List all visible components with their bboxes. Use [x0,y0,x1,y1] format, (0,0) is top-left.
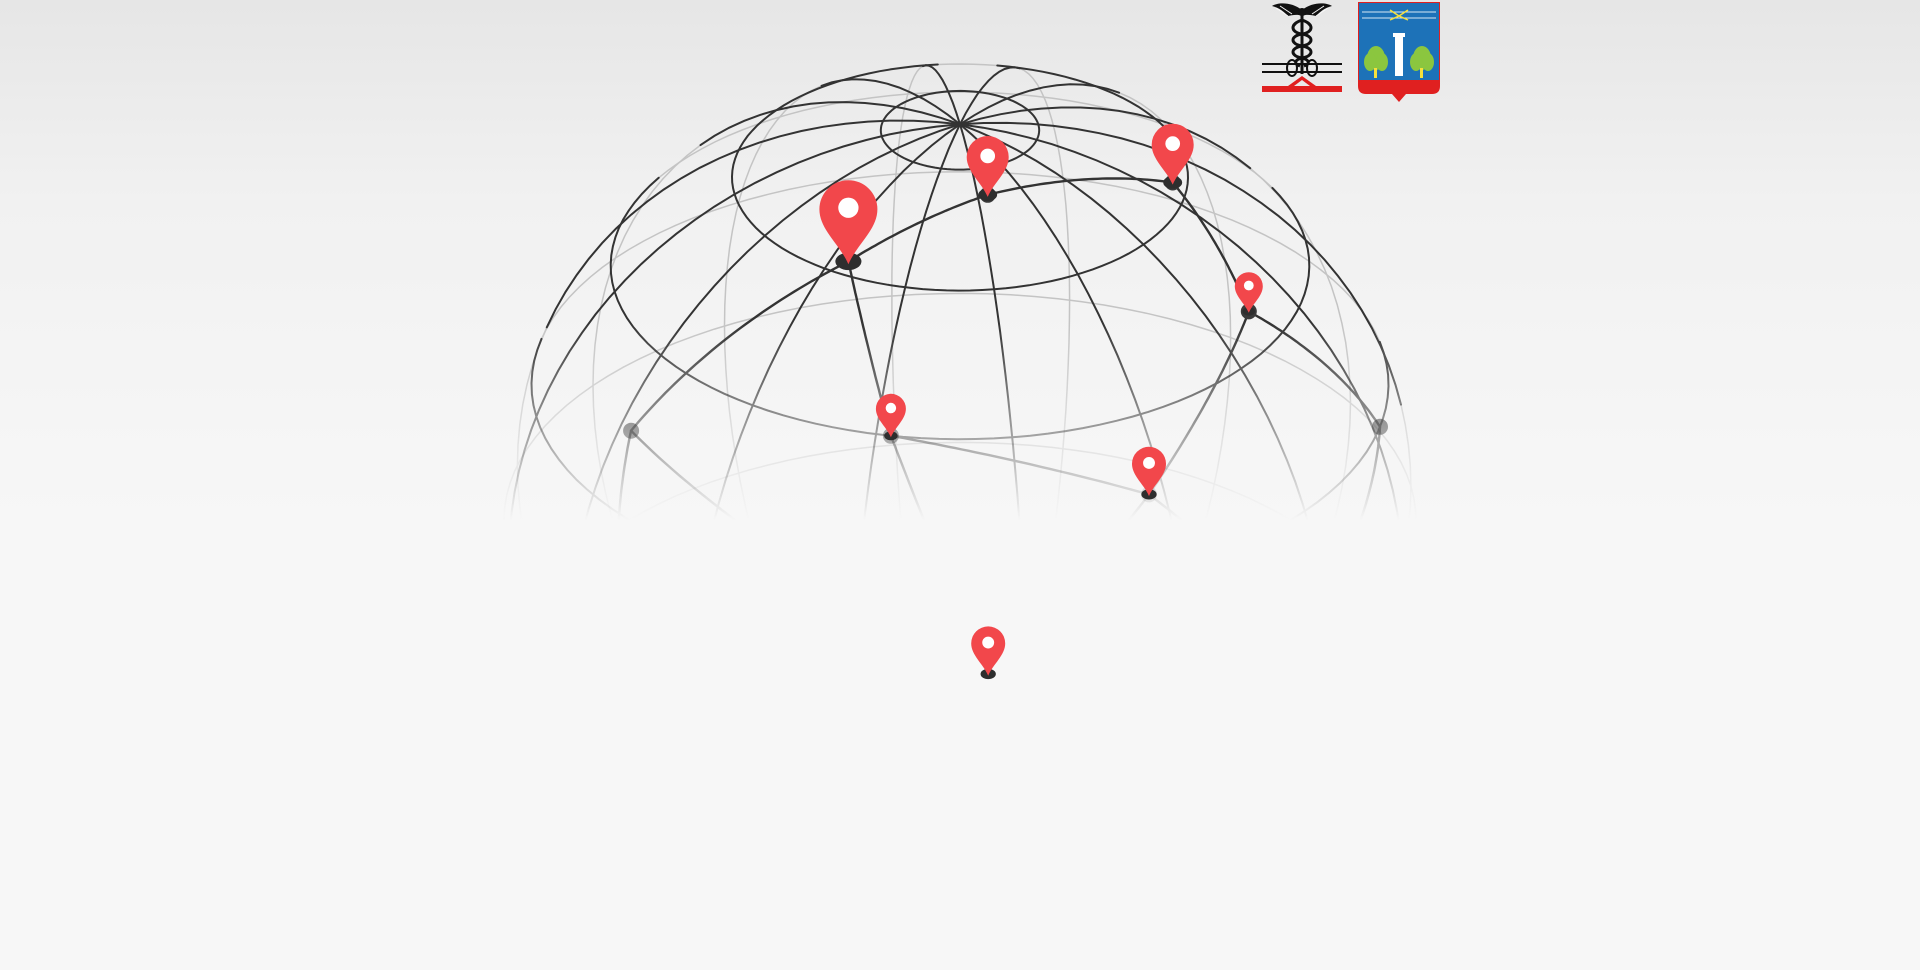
network-link [987,493,1151,676]
network-link [1247,310,1382,428]
network-node [1292,626,1309,643]
caduceus-emblem-icon [1262,3,1342,92]
globe-meridian [959,123,1197,959]
globe-meridian [959,123,1030,970]
globe-meridian [891,65,961,917]
network-link [1147,493,1302,636]
location-pin-icon [971,626,1006,680]
globe-parallel [924,63,939,67]
network-node [621,668,638,685]
network-link [1299,425,1382,636]
network-link [629,260,850,432]
globe-network-illustration [503,63,1417,970]
globe-nodes [621,174,1388,783]
globe-parallel [539,697,1380,870]
network-link [629,429,990,676]
globe-parallel [609,176,1311,441]
globe-parallel [937,63,999,67]
globe-meridian [568,123,961,884]
globe-parallel [503,295,893,520]
location-pin-icon [875,393,906,441]
location-pin-icon [819,180,878,271]
globe-parallel [907,91,1274,189]
globe-parallel [731,749,927,970]
network-link [616,429,633,678]
globe-meridian [959,123,1329,906]
globe-parallel [530,337,1390,599]
globe-meridian [915,914,961,970]
location-pin-icon [1234,272,1263,316]
globe-back-lines [503,63,1417,970]
network-node [623,422,640,439]
globe-parallel [503,517,1417,748]
network-node [1372,418,1388,435]
globe-meridian [959,914,986,970]
globe-parallel [530,444,897,699]
globe-parallel [879,89,1041,171]
city-coat-of-arms-icon [1358,2,1440,102]
globe-meridian [523,654,961,918]
globe-parallel [609,601,909,853]
network-node [1200,766,1217,783]
globe-meridian [959,67,1071,917]
globe-parallel [646,851,1263,949]
globe-parallel [907,600,1311,863]
